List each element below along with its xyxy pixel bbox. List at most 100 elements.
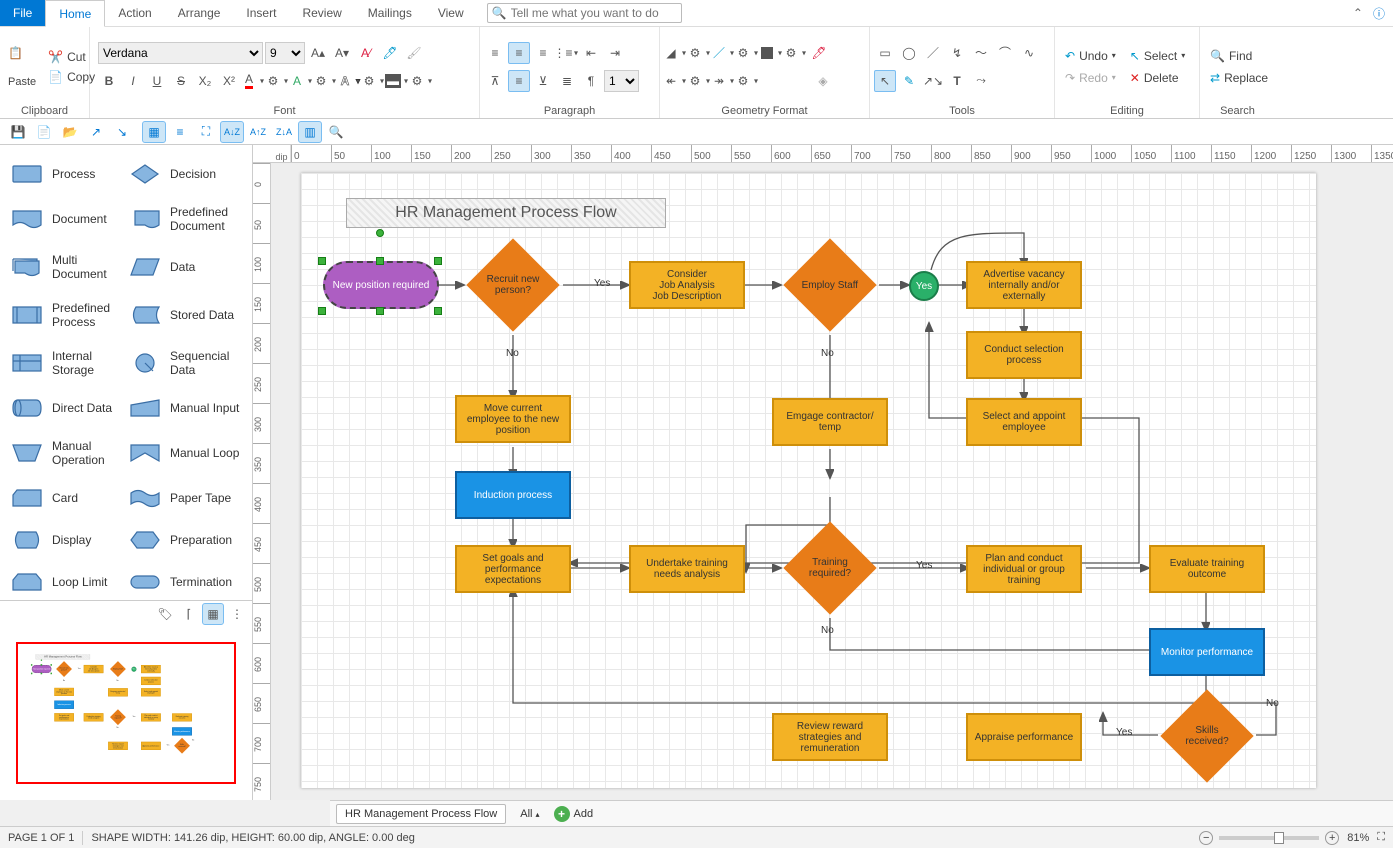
decrease-indent-button[interactable]: ⇤ (580, 42, 602, 64)
outline-button[interactable]: A (338, 70, 360, 92)
highlight-button[interactable]: 🖊 (379, 42, 401, 64)
strike-button[interactable]: S (170, 70, 192, 92)
arrow-start-more[interactable]: ⚙ (688, 70, 710, 92)
font-family-select[interactable]: Verdana (98, 42, 263, 64)
curve-tool[interactable]: 〜 (970, 42, 992, 64)
align-right-button[interactable]: ≡ (532, 42, 554, 64)
shape-select[interactable]: Select and appoint employee (141, 688, 161, 696)
palette-predefined-document[interactable]: Predefined Document (126, 195, 244, 243)
palette-tag-icon[interactable]: 🏷 (154, 603, 176, 625)
ruler-icon[interactable]: ▥ (298, 121, 322, 143)
palette-manual-operation[interactable]: Manual Operation (8, 429, 126, 477)
subscript-button[interactable]: X₂ (194, 70, 216, 92)
shrink-font-button[interactable]: A▾ (331, 42, 353, 64)
shape-fill-button[interactable] (760, 42, 782, 64)
font-color-button[interactable]: A (242, 70, 264, 92)
increase-indent-button[interactable]: ⇥ (604, 42, 626, 64)
shape-undertake[interactable]: Undertake training needs analysis (84, 713, 104, 721)
page-tab-active[interactable]: HR Management Process Flow (336, 804, 506, 824)
text-effects-more[interactable]: ⚙ (314, 70, 336, 92)
palette-paper-tape[interactable]: Paper Tape (126, 477, 244, 519)
palette-card[interactable]: Card (8, 477, 126, 519)
shape-conduct[interactable]: Conduct selection process (141, 677, 161, 685)
polyline-tool[interactable]: ↯ (946, 42, 968, 64)
new-icon[interactable]: 📄 (32, 121, 56, 143)
line-more[interactable]: ⚙ (736, 42, 758, 64)
valign-bottom-button[interactable]: ⊻ (532, 70, 554, 92)
shape-evaluate[interactable]: Evaluate training outcome (172, 713, 192, 721)
palette-manual-loop[interactable]: Manual Loop (126, 429, 244, 477)
palette-document[interactable]: Document (8, 195, 126, 243)
shape-consider[interactable]: Consider Job Analysis Job Description (84, 665, 104, 673)
shape-skills-decision[interactable]: Skills received? (1160, 689, 1253, 782)
find-button[interactable]: 🔍Find (1204, 47, 1274, 65)
palette-multi-document[interactable]: Multi Document (8, 243, 126, 291)
fit-screen-icon[interactable]: ⛶ (1377, 831, 1385, 844)
palette-tree-icon[interactable]: ⌈ (178, 603, 200, 625)
palette-sequencial-data[interactable]: Sequencial Data (126, 339, 244, 387)
shape-plan[interactable]: Plan and conduct individual or group tra… (141, 713, 161, 721)
valign-top-button[interactable]: ⊼ (484, 70, 506, 92)
palette-data[interactable]: Data (126, 243, 244, 291)
paste-button[interactable]: 📋 Paste (4, 44, 40, 90)
sort-asc-icon[interactable]: A↑Z (246, 121, 270, 143)
underline-button[interactable]: U (146, 70, 168, 92)
palette-preparation[interactable]: Preparation (126, 519, 244, 561)
fill-more[interactable]: ⚙ (688, 42, 710, 64)
clear-format-button[interactable]: A⁄ (355, 42, 377, 64)
shape-skills-decision[interactable]: Skills received? (174, 738, 190, 754)
shape-employ-decision[interactable]: Employ Staff (783, 238, 876, 331)
edit-geometry-button[interactable]: 🖊 (808, 42, 830, 64)
diagram-title[interactable]: HR Management Process Flow (36, 654, 90, 659)
rect-tool[interactable]: ▭ (874, 42, 896, 64)
shape-consider[interactable]: Consider Job Analysis Job Description (629, 261, 745, 309)
tab-file[interactable]: File (0, 0, 45, 26)
sort-az-icon[interactable]: A↓Z (220, 121, 244, 143)
arrow-end-button[interactable]: ↠ (712, 70, 734, 92)
collapse-ribbon-icon[interactable]: ⌃ (1353, 6, 1363, 20)
tab-review[interactable]: Review (289, 0, 354, 26)
arc-tool[interactable]: ⌒ (994, 42, 1016, 64)
font-color-more[interactable]: ⚙ (266, 70, 288, 92)
shape-yes-circle[interactable]: Yes (909, 271, 939, 301)
diagram-title[interactable]: HR Management Process Flow (346, 198, 666, 228)
zoom-out-button[interactable]: − (1199, 831, 1213, 845)
tab-mailings[interactable]: Mailings (355, 0, 425, 26)
palette-decision[interactable]: Decision (126, 153, 244, 195)
delete-button[interactable]: ✕Delete (1124, 69, 1185, 87)
ribbon-search[interactable]: 🔍 (487, 3, 682, 23)
import-icon[interactable]: ↘ (110, 121, 134, 143)
export-icon[interactable]: ↗ (84, 121, 108, 143)
palette-manual-input[interactable]: Manual Input (126, 387, 244, 429)
zoom-in-button[interactable]: + (1325, 831, 1339, 845)
line-tool[interactable]: ／ (922, 42, 944, 64)
ribbon-search-input[interactable] (511, 6, 677, 20)
help-icon[interactable]: ⓘ (1373, 5, 1385, 22)
shape-goals[interactable]: Set goals and performance expectations (455, 545, 571, 593)
shape-start[interactable]: New position required (323, 261, 439, 309)
line-button[interactable]: ／ (712, 42, 734, 64)
palette-internal-storage[interactable]: Internal Storage (8, 339, 126, 387)
add-page-button[interactable]: +Add (554, 806, 594, 822)
shape-recruit-decision[interactable]: Recruit new person? (466, 238, 559, 331)
text-tool[interactable]: T (946, 70, 968, 92)
tab-arrange[interactable]: Arrange (165, 0, 234, 26)
connector-tool[interactable]: ⤳ (970, 70, 992, 92)
ellipse-tool[interactable]: ◯ (898, 42, 920, 64)
shape-advertise[interactable]: Advertise vacancy internally and/or exte… (141, 665, 161, 673)
page-tab-all[interactable]: All ▴ (512, 805, 547, 823)
shape-contractor[interactable]: Emgage contractor/ temp (108, 688, 128, 696)
shape-review[interactable]: Review reward strategies and remuneratio… (108, 742, 128, 750)
shape-monitor[interactable]: Monitor performance (172, 727, 192, 735)
pointer-tool[interactable]: ↖ (874, 70, 896, 92)
shading-button[interactable]: ▬ (386, 70, 408, 92)
autosize-icon[interactable]: ⛶ (194, 121, 218, 143)
tab-home[interactable]: Home (45, 0, 105, 27)
redo-button[interactable]: ↷Redo▾ (1059, 69, 1122, 87)
palette-display[interactable]: Display (8, 519, 126, 561)
bullets-button[interactable]: ⋮≡ (556, 42, 578, 64)
indent-select[interactable]: 1 (604, 70, 639, 92)
shape-training-decision[interactable]: Training required? (110, 709, 126, 725)
shape-review[interactable]: Review reward strategies and remuneratio… (772, 713, 888, 761)
shape-move[interactable]: Move current employee to the new positio… (54, 688, 74, 696)
